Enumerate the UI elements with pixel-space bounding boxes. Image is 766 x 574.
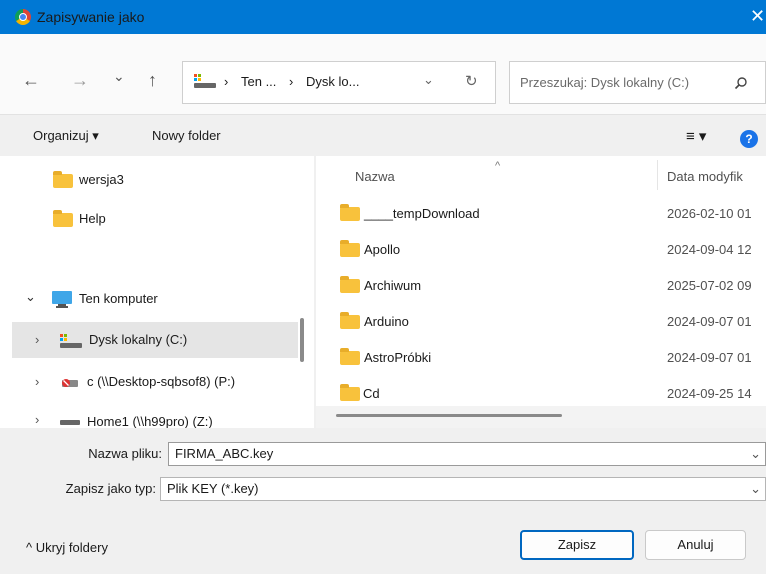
network-drive-icon: [62, 379, 78, 387]
drive-icon: [194, 74, 216, 88]
expand-chevron-icon[interactable]: ⌄: [25, 279, 36, 315]
expand-chevron-icon[interactable]: ›: [35, 364, 39, 400]
sidebar-item-this-pc[interactable]: ⌄ Ten komputer: [0, 281, 300, 317]
folder-icon: [53, 210, 73, 227]
sidebar-item-network-drive-z[interactable]: › Home1 (\\h99pro) (Z:): [0, 404, 300, 428]
file-name: Arduino: [364, 314, 409, 329]
folder-icon: [53, 171, 73, 188]
file-name: ____tempDownload: [364, 206, 480, 221]
sort-ascending-icon: ^: [495, 160, 501, 172]
sidebar-item-label: Dysk lokalny (C:): [89, 332, 188, 347]
file-date: 2024-09-07 01: [667, 314, 752, 329]
folder-icon: [340, 276, 360, 293]
address-bar[interactable]: › Ten ... › Dysk lo... ⌄ ↻: [182, 61, 496, 104]
sidebar-item-label: Ten komputer: [79, 291, 158, 306]
sidebar-item-network-drive-p[interactable]: › c (\\Desktop-sqbsof8) (P:): [0, 364, 300, 400]
filename-dropdown-chevron-icon[interactable]: ⌄: [750, 443, 761, 465]
cancel-button[interactable]: Anuluj: [645, 530, 746, 560]
up-icon[interactable]: ↑: [148, 70, 157, 91]
back-icon[interactable]: ←: [22, 70, 40, 91]
folder-icon: [340, 312, 360, 329]
filename-input[interactable]: FIRMA_ABC.key ⌄: [168, 442, 766, 466]
help-icon[interactable]: ?: [740, 130, 758, 148]
file-date: 2024-09-25 14: [667, 386, 752, 401]
sidebar-item-label: c (\\Desktop-sqbsof8) (P:): [87, 374, 236, 389]
file-name: Cd: [363, 386, 380, 401]
column-header-name[interactable]: Nazwa: [355, 169, 395, 184]
folder-icon: [340, 204, 360, 221]
file-date: 2024-09-07 01: [667, 350, 752, 365]
search-box[interactable]: Przeszukaj: Dysk lokalny (C:): [509, 61, 766, 104]
sidebar-item-label: Help: [79, 211, 106, 226]
hide-folders-toggle[interactable]: ^ Ukryj foldery: [26, 540, 108, 555]
file-date: 2024-09-04 12: [667, 242, 752, 257]
drive-icon: [60, 334, 82, 348]
file-row[interactable]: Archiwum 2025-07-02 09: [316, 269, 766, 303]
folder-icon: [340, 384, 360, 401]
sidebar-item-local-disk-c[interactable]: › Dysk lokalny (C:): [12, 322, 298, 358]
sidebar-item-wersja3[interactable]: wersja3: [0, 162, 300, 198]
sidebar-item-label: Home1 (\\h99pro) (Z:): [87, 414, 213, 428]
search-icon: [734, 77, 747, 90]
breadcrumb-this-pc[interactable]: Ten ...: [241, 74, 276, 89]
file-name: AstroPróbki: [364, 350, 432, 365]
expand-chevron-icon[interactable]: ›: [35, 404, 39, 428]
sidebar-item-label: wersja3: [79, 172, 124, 187]
file-date: 2025-07-02 09: [667, 278, 752, 293]
filetype-label: Zapisz jako typ:: [65, 481, 156, 496]
column-divider[interactable]: [657, 160, 658, 190]
address-dropdown-icon[interactable]: ⌄: [423, 72, 434, 88]
column-header-date[interactable]: Data modyfik: [667, 169, 743, 184]
file-date: 2026-02-10 01: [667, 206, 752, 221]
file-row[interactable]: ____tempDownload 2026-02-10 01: [316, 197, 766, 231]
filename-value: FIRMA_ABC.key: [175, 446, 274, 461]
sidebar-scrollbar[interactable]: [300, 318, 304, 362]
file-name: Archiwum: [364, 278, 422, 293]
horizontal-scroll-track[interactable]: [316, 406, 766, 428]
close-button[interactable]: ✕: [750, 6, 765, 27]
network-drive-icon: [60, 420, 80, 425]
breadcrumb-local-disk[interactable]: Dysk lo...: [306, 74, 359, 89]
command-bar: [0, 114, 766, 156]
window-title: Zapisywanie jako: [37, 9, 145, 25]
refresh-icon[interactable]: ↻: [465, 72, 478, 90]
forward-icon[interactable]: →: [71, 70, 89, 91]
search-placeholder: Przeszukaj: Dysk lokalny (C:): [520, 75, 690, 90]
filename-label: Nazwa pliku:: [88, 446, 162, 461]
file-row[interactable]: AstroPróbki 2024-09-07 01: [316, 341, 766, 375]
recent-locations-chevron-icon[interactable]: ⌄: [113, 68, 125, 85]
file-row[interactable]: Apollo 2024-09-04 12: [316, 233, 766, 267]
filetype-dropdown-chevron-icon[interactable]: ⌄: [750, 478, 761, 500]
filetype-select[interactable]: Plik KEY (*.key) ⌄: [160, 477, 766, 501]
new-folder-button[interactable]: Nowy folder: [152, 128, 221, 143]
view-options-icon[interactable]: ≡ ▾: [686, 127, 706, 145]
save-button[interactable]: Zapisz: [520, 530, 634, 560]
chrome-app-icon: [15, 9, 31, 25]
filetype-value: Plik KEY (*.key): [167, 481, 259, 496]
folder-icon: [340, 348, 360, 365]
horizontal-scrollbar-thumb[interactable]: [336, 414, 562, 417]
organize-menu-button[interactable]: Organizuj ▾: [33, 128, 99, 144]
breadcrumb-sep-icon: ›: [224, 74, 229, 89]
file-name: Apollo: [364, 242, 401, 257]
file-row[interactable]: Arduino 2024-09-07 01: [316, 305, 766, 339]
breadcrumb-sep-icon: ›: [289, 74, 294, 89]
computer-icon: [52, 291, 72, 308]
expand-chevron-icon[interactable]: ›: [35, 322, 39, 358]
folder-icon: [340, 240, 360, 257]
sidebar-item-help[interactable]: Help: [0, 201, 300, 237]
